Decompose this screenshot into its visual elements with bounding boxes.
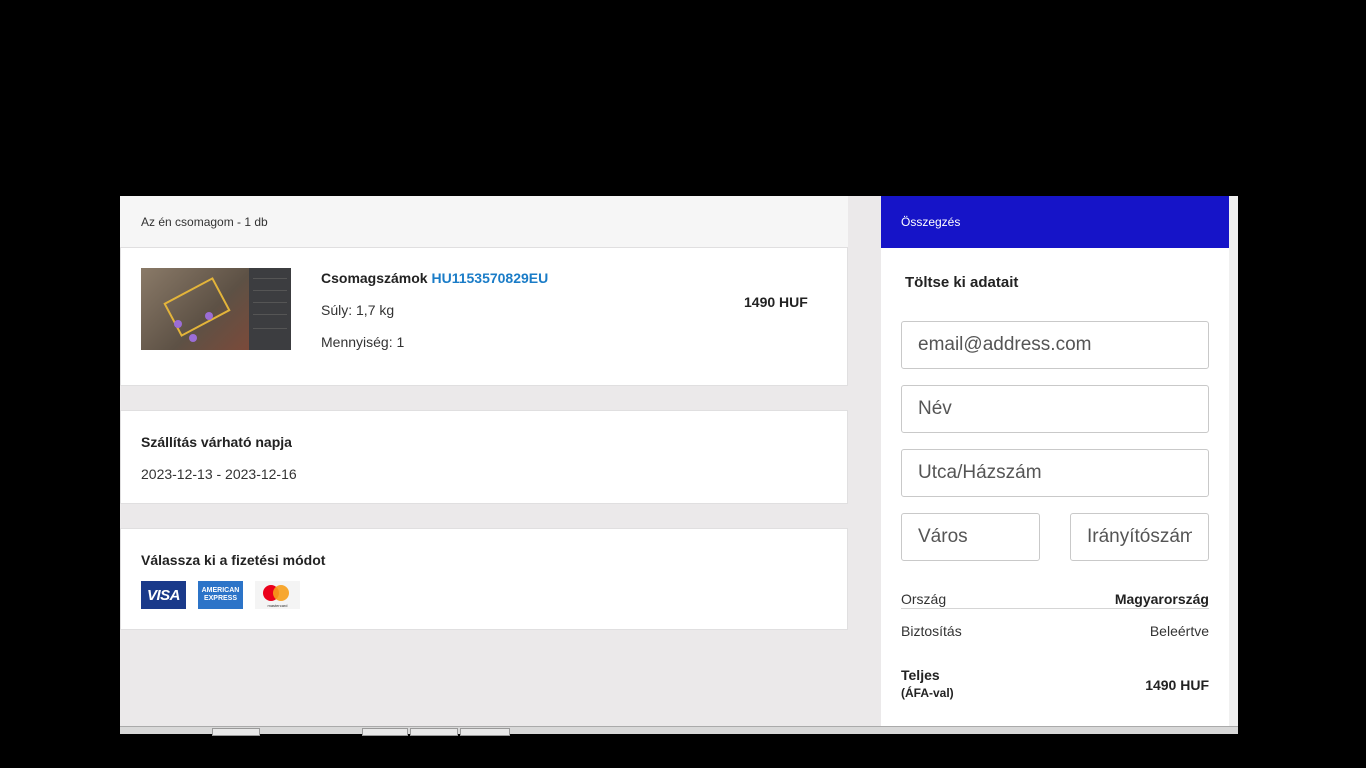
country-row: Ország Magyarország bbox=[901, 591, 1209, 609]
package-header: Az én csomagom - 1 db bbox=[120, 196, 848, 248]
insurance-row: Biztosítás Beleértve bbox=[901, 623, 1209, 639]
taskbar-item[interactable] bbox=[410, 728, 458, 736]
tracking-row: Csomagszámok HU1153570829EU bbox=[321, 270, 548, 302]
package-thumbnail bbox=[141, 268, 291, 350]
mastercard-label: mastercard bbox=[267, 603, 288, 608]
tracking-number-link[interactable]: HU1153570829EU bbox=[431, 270, 548, 286]
dimension-marker-w bbox=[205, 312, 213, 320]
package-price: 1490 HUF bbox=[744, 294, 808, 310]
taskbar bbox=[120, 726, 1238, 736]
package-header-card: Az én csomagom - 1 db bbox=[120, 196, 848, 248]
city-field[interactable] bbox=[901, 513, 1040, 561]
payment-methods: VISA AMERICAN EXPRESS mastercard bbox=[141, 581, 300, 609]
tracking-label: Csomagszámok bbox=[321, 270, 428, 286]
amex-logo[interactable]: AMERICAN EXPRESS bbox=[198, 581, 243, 609]
package-quantity: Mennyiség: 1 bbox=[321, 334, 405, 350]
mastercard-logo[interactable]: mastercard bbox=[255, 581, 300, 609]
page-scrollbar[interactable] bbox=[1229, 196, 1238, 726]
summary-header: Összegzés bbox=[881, 196, 1229, 248]
country-value: Magyarország bbox=[1114, 591, 1209, 607]
payment-card: Válassza ki a fizetési módot VISA AMERIC… bbox=[120, 528, 848, 630]
country-label: Ország bbox=[901, 591, 947, 607]
taskbar-item[interactable] bbox=[362, 728, 408, 736]
package-weight: Súly: 1,7 kg bbox=[321, 302, 395, 318]
dimension-marker-l bbox=[174, 320, 182, 328]
taskbar-item[interactable] bbox=[460, 728, 510, 736]
payment-title: Válassza ki a fizetési módot bbox=[141, 552, 326, 568]
mastercard-orange-circle bbox=[273, 585, 289, 601]
package-card: Csomagszámok HU1153570829EU Súly: 1,7 kg… bbox=[120, 248, 848, 386]
package-info: Csomagszámok HU1153570829EU Súly: 1,7 kg… bbox=[321, 270, 548, 366]
form-title: Töltse ki adatait bbox=[905, 274, 1019, 291]
insurance-label: Biztosítás bbox=[901, 623, 962, 639]
checkout-page: Az én csomagom - 1 db Csomagszámok HU115… bbox=[120, 196, 1238, 726]
street-field[interactable] bbox=[901, 449, 1209, 497]
dimension-marker-h bbox=[189, 334, 197, 342]
amex-label: AMERICAN EXPRESS bbox=[201, 587, 240, 602]
zip-field[interactable] bbox=[1070, 513, 1209, 561]
shipping-dates: 2023-12-13 - 2023-12-16 bbox=[141, 466, 297, 482]
visa-logo[interactable]: VISA bbox=[141, 581, 186, 609]
shipping-card: Szállítás várható napja 2023-12-13 - 202… bbox=[120, 410, 848, 504]
summary-panel: Összegzés Töltse ki adatait Ország Magya… bbox=[881, 196, 1229, 726]
taskbar-item[interactable] bbox=[212, 728, 260, 736]
dimension-panel bbox=[249, 268, 291, 350]
name-field[interactable] bbox=[901, 385, 1209, 433]
insurance-value: Beleértve bbox=[1149, 623, 1209, 639]
total-row: Teljes (ÁFA-val) 1490 HUF bbox=[901, 667, 1209, 700]
email-field[interactable] bbox=[901, 321, 1209, 369]
shipping-title: Szállítás várható napja bbox=[141, 434, 292, 450]
total-value: 1490 HUF bbox=[1145, 677, 1209, 693]
visa-label: VISA bbox=[146, 586, 181, 604]
